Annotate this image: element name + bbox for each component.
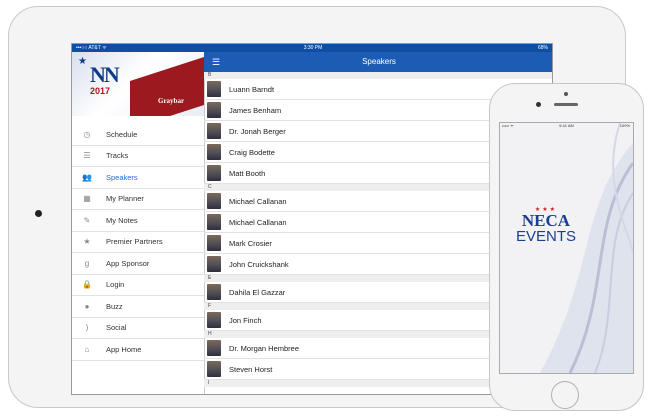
event-logo: NN xyxy=(90,62,120,87)
pencil-icon: ✎ xyxy=(83,215,91,225)
speaker-name: James Benham xyxy=(229,105,282,115)
sidebar-item-my-notes[interactable]: ✎ My Notes xyxy=(72,210,204,232)
speaker-photo xyxy=(207,340,221,356)
speaker-name: Matt Booth xyxy=(229,168,266,178)
ipad-status-bar: •••○○ AT&T ᯤ 3:30 PM 68% xyxy=(72,44,552,52)
speaker-photo xyxy=(207,312,221,328)
speaker-name: Jon Finch xyxy=(229,315,262,325)
graybar-logo-icon: g xyxy=(84,258,90,268)
iphone-speaker xyxy=(554,103,578,106)
iphone-battery: 100% xyxy=(619,123,630,128)
iphone-clock: 9:41 AM xyxy=(559,123,574,128)
battery-label: 68% xyxy=(537,45,548,51)
section-header: B xyxy=(204,72,552,79)
logo-word-events: EVENTS xyxy=(515,228,576,245)
sidebar-item-speakers[interactable]: 👥 Speakers xyxy=(72,167,204,189)
sidebar-item-label: My Planner xyxy=(106,194,144,204)
neca-events-logo: ★★★ NECA EVENTS xyxy=(510,206,582,244)
speaker-name: Michael Callanan xyxy=(229,196,287,206)
speaker-photo xyxy=(207,361,221,377)
speaker-name: Dahila El Gazzar xyxy=(229,287,286,297)
home-icon: ⌂ xyxy=(84,344,90,354)
sidebar-item-label: Tracks xyxy=(106,151,129,161)
sidebar-item-label: App Home xyxy=(106,344,142,354)
clock-icon: ◷ xyxy=(83,129,91,139)
sidebar-item-my-planner[interactable]: ▦ My Planner xyxy=(72,189,204,210)
lock-icon: 🔒 xyxy=(82,280,92,290)
sidebar-item-login[interactable]: 🔒 Login xyxy=(72,275,204,296)
iphone-camera xyxy=(536,102,541,107)
sidebar-item-label: Buzz xyxy=(106,301,123,311)
speaker-name: Steven Horst xyxy=(229,364,273,374)
ipad-camera xyxy=(35,210,42,217)
sidebar-item-label: Login xyxy=(106,280,125,290)
speaker-name: Dr. Jonah Berger xyxy=(229,126,286,136)
event-banner: ★ NN 2017 Graybar xyxy=(72,52,204,116)
speaker-photo xyxy=(207,235,221,251)
sliders-icon: ☰ xyxy=(83,151,91,161)
sidebar: ★ NN 2017 Graybar ◷ Schedule ☰ Tracks 👥 Speak… xyxy=(72,52,205,394)
sidebar-item-schedule[interactable]: ◷ Schedule xyxy=(72,124,204,146)
clock-label: 3:30 PM xyxy=(303,45,323,51)
speaker-photo xyxy=(207,81,221,97)
sidebar-item-label: Social xyxy=(106,323,127,333)
banner-stripe xyxy=(130,55,204,116)
navbar: ☰ Speakers xyxy=(204,52,552,72)
iphone-device: ••••• ᯤ 9:41 AM 100% ★★★ NECA EVENTS xyxy=(489,83,644,411)
splash-swoosh xyxy=(540,123,633,373)
sidebar-item-label: Premier Partners xyxy=(106,237,163,247)
speaker-name: Michael Callanan xyxy=(229,217,287,227)
star-icon: ★ xyxy=(83,237,91,247)
event-year: 2017 xyxy=(90,86,111,96)
sponsor-logo: Graybar xyxy=(158,97,185,105)
rss-icon: ) xyxy=(85,323,89,333)
calendar-icon: ▦ xyxy=(83,194,91,204)
people-icon: 👥 xyxy=(82,172,92,182)
speaker-photo xyxy=(207,165,221,181)
speaker-photo xyxy=(207,193,221,209)
speaker-photo xyxy=(207,256,221,272)
sidebar-item-label: App Sponsor xyxy=(106,258,150,268)
star-icon: ★ xyxy=(78,56,87,67)
sidebar-item-app-sponsor[interactable]: g App Sponsor xyxy=(72,253,204,275)
sidebar-item-tracks[interactable]: ☰ Tracks xyxy=(72,146,204,167)
sidebar-item-label: My Notes xyxy=(106,215,138,225)
speaker-photo xyxy=(207,123,221,139)
speaker-name: Mark Crosier xyxy=(229,238,272,248)
chat-bubble-icon: ● xyxy=(84,301,90,311)
speaker-photo xyxy=(207,284,221,300)
iphone-screen: ••••• ᯤ 9:41 AM 100% ★★★ NECA EVENTS xyxy=(499,122,634,374)
speaker-photo xyxy=(207,102,221,118)
sidebar-item-label: Schedule xyxy=(106,129,138,139)
speaker-photo xyxy=(207,214,221,230)
sidebar-item-social[interactable]: ) Social xyxy=(72,318,204,339)
speaker-name: Dr. Morgan Hembree xyxy=(229,343,300,353)
sidebar-item-buzz[interactable]: ● Buzz xyxy=(72,296,204,318)
page-title: Speakers xyxy=(362,57,396,66)
speaker-name: Craig Bodette xyxy=(229,147,275,157)
sidebar-item-label: Speakers xyxy=(106,172,138,182)
sidebar-item-app-home[interactable]: ⌂ App Home xyxy=(72,339,204,361)
iphone-sensor xyxy=(564,92,568,96)
speaker-name: Luann Barndt xyxy=(229,84,275,94)
sidebar-item-premier-partners[interactable]: ★ Premier Partners xyxy=(72,232,204,253)
speaker-photo xyxy=(207,144,221,160)
speaker-name: John Cruickshank xyxy=(229,259,289,269)
iphone-status-bar: ••••• ᯤ 9:41 AM 100% xyxy=(500,123,633,129)
home-button[interactable] xyxy=(551,381,579,409)
ipad-screen: •••○○ AT&T ᯤ 3:30 PM 68% ★ NN 2017 Grayb… xyxy=(71,43,553,395)
logo-word-neca: NECA xyxy=(521,211,571,230)
sidebar-menu: ◷ Schedule ☰ Tracks 👥 Speakers ▦ My Planner ✎ My … xyxy=(72,124,204,361)
